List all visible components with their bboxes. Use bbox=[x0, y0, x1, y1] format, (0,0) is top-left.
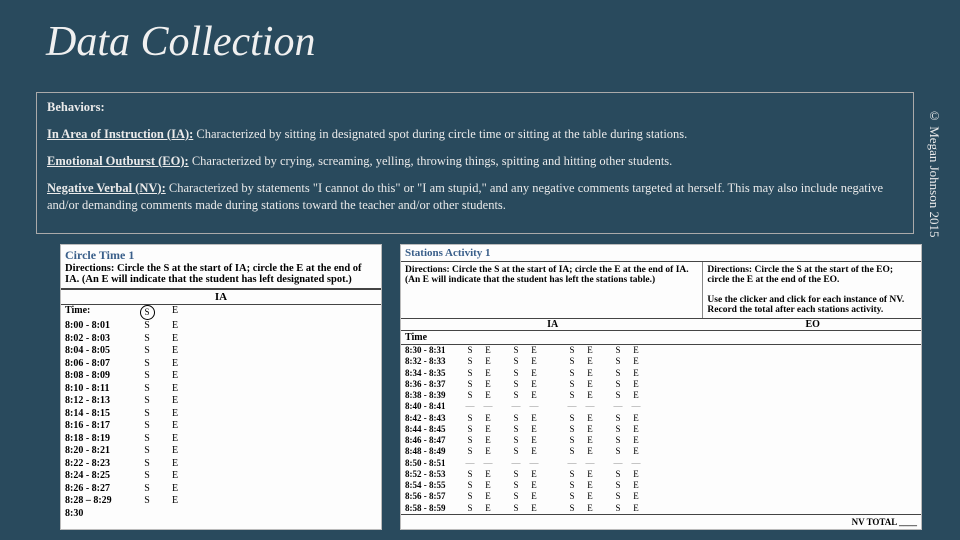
ia-text: Characterized by sitting in designated s… bbox=[193, 127, 687, 141]
first-e: E bbox=[161, 305, 189, 320]
circled-s: S bbox=[140, 305, 155, 320]
table-row: 8:00 - 8:01SE bbox=[65, 320, 377, 333]
table-row: 8:46 - 8:47SESESESE bbox=[405, 435, 917, 446]
table-row: 8:24 - 8:25SE bbox=[65, 470, 377, 483]
table-row: 8:18 - 8:19SE bbox=[65, 433, 377, 446]
stations-sheet: Stations Activity 1 Directions: Circle t… bbox=[400, 244, 922, 530]
table-row: 8:22 - 8:23SE bbox=[65, 458, 377, 471]
page-title: Data Collection bbox=[46, 18, 315, 66]
table-row: 8:28 – 8:29SE bbox=[65, 495, 377, 508]
table-row: 8:30 - 8:31SESESESE bbox=[405, 345, 917, 356]
sheet2-col1-dir: Directions: Circle the S at the start of… bbox=[405, 265, 689, 285]
table-row: 8:48 - 8:49SESESESE bbox=[405, 446, 917, 457]
circle-time-sheet: Circle Time 1 Directions: Circle the S a… bbox=[60, 244, 382, 530]
table-row: 8:42 - 8:43SESESESE bbox=[405, 413, 917, 424]
nv-label: Negative Verbal (NV): bbox=[47, 181, 166, 195]
table-row: 8:20 - 8:21SE bbox=[65, 445, 377, 458]
table-row: 8:32 - 8:33SESESESE bbox=[405, 356, 917, 367]
table-row: 8:26 - 8:27SE bbox=[65, 483, 377, 496]
sheet1-ia-label: IA bbox=[61, 289, 381, 305]
table-row: 8:54 - 8:55SESESESE bbox=[405, 480, 917, 491]
table-row: 8:04 - 8:05SE bbox=[65, 345, 377, 358]
sheet2-time-label: Time bbox=[401, 331, 921, 345]
table-row: 8:56 - 8:57SESESESE bbox=[405, 491, 917, 502]
table-row: 8:38 - 8:39SESESESE bbox=[405, 390, 917, 401]
table-row: 8:50 - 8:51———————— bbox=[405, 458, 917, 469]
table-row: 8:40 - 8:41———————— bbox=[405, 401, 917, 412]
sheet2-title: Stations Activity 1 bbox=[405, 247, 491, 259]
sheets: Circle Time 1 Directions: Circle the S a… bbox=[60, 244, 922, 530]
table-row: 8:44 - 8:45SESESESE bbox=[405, 424, 917, 435]
table-row: 8:08 - 8:09SE bbox=[65, 370, 377, 383]
sheet2-ia-label: IA bbox=[401, 318, 704, 331]
behaviors-heading: Behaviors: bbox=[47, 100, 105, 114]
slide: Data Collection © Megan Johnson 2015 Beh… bbox=[0, 0, 960, 540]
table-row: 8:14 - 8:15SE bbox=[65, 408, 377, 421]
sheet1-rows: Time: S E 8:00 - 8:01SE8:02 - 8:03SE8:04… bbox=[61, 305, 381, 520]
table-row: 8:16 - 8:17SE bbox=[65, 420, 377, 433]
table-row: 8:52 - 8:53SESESESE bbox=[405, 469, 917, 480]
copyright: © Megan Johnson 2015 bbox=[926, 108, 942, 237]
table-row: 8:10 - 8:11SE bbox=[65, 383, 377, 396]
nv-total: NV TOTAL ____ bbox=[401, 514, 921, 529]
ia-label: In Area of Instruction (IA): bbox=[47, 127, 193, 141]
table-row: 8:02 - 8:03SE bbox=[65, 333, 377, 346]
sheet2-eo-label: EO bbox=[704, 318, 921, 331]
table-row: 8:12 - 8:13SE bbox=[65, 395, 377, 408]
table-row: 8:36 - 8:37SESESESE bbox=[405, 379, 917, 390]
sheet1-title: Circle Time 1 bbox=[65, 248, 377, 263]
sheet2-rows: 8:30 - 8:31SESESESE8:32 - 8:33SESESESE8:… bbox=[401, 345, 921, 514]
table-row: 8:34 - 8:35SESESESE bbox=[405, 368, 917, 379]
sheet2-col2-note: Use the clicker and click for each insta… bbox=[707, 295, 904, 315]
table-row: 8:58 - 8:59SESESESE bbox=[405, 503, 917, 514]
behaviors-box: Behaviors: In Area of Instruction (IA): … bbox=[36, 92, 914, 234]
sheet2-col2-dir: Directions: Circle the S at the start of… bbox=[707, 265, 893, 285]
eo-label: Emotional Outburst (EO): bbox=[47, 154, 189, 168]
table-row: 8:06 - 8:07SE bbox=[65, 358, 377, 371]
sheet1-directions: Directions: Circle the S at the start of… bbox=[65, 263, 362, 285]
time-label: Time: bbox=[65, 305, 133, 320]
nv-text: Characterized by statements "I cannot do… bbox=[47, 181, 883, 212]
table-row: 8:30 bbox=[65, 508, 377, 521]
eo-text: Characterized by crying, screaming, yell… bbox=[189, 154, 673, 168]
